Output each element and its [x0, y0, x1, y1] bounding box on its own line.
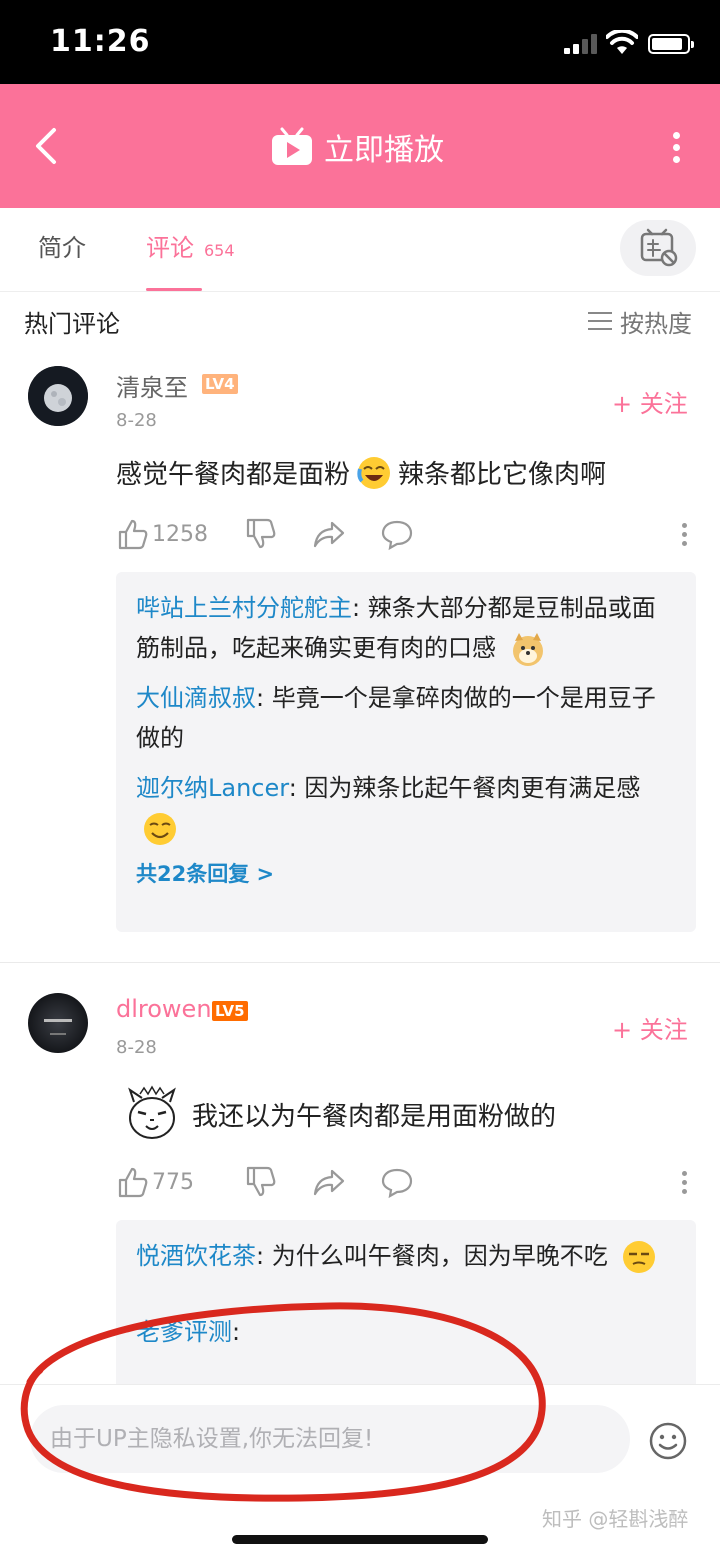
wifi-icon [606, 30, 638, 54]
reply-item: 老爹评测: [136, 1312, 676, 1352]
smiley-icon[interactable] [648, 1421, 688, 1461]
comment-username[interactable]: 清泉至 [116, 368, 188, 403]
more-options-button[interactable] [664, 128, 688, 168]
follow-button[interactable]: + 关注 [612, 1010, 688, 1045]
speech-bubble-icon [381, 1168, 413, 1199]
reply-text: : [232, 1318, 241, 1346]
comment-text-part: 我还以为午餐肉都是用面粉做的 [192, 1101, 557, 1132]
reply-username[interactable]: 哔站上兰村分舵舵主 [136, 594, 352, 622]
speech-bubble-icon [381, 520, 413, 551]
list-icon [588, 311, 612, 332]
sort-by-heat-button[interactable]: 按热度 [588, 304, 692, 339]
reply-username[interactable]: 迦尔纳Lancer [136, 774, 289, 802]
app-header: 立即播放 [0, 84, 720, 208]
level-badge: LV4 [202, 374, 238, 394]
avatar[interactable] [28, 366, 88, 426]
avatar[interactable] [28, 993, 88, 1053]
danmaku-off-icon [640, 228, 678, 267]
thumbs-down-icon [246, 518, 276, 549]
back-button[interactable] [28, 124, 68, 168]
tab-comments[interactable]: 评论 654 [146, 228, 235, 263]
thumbs-down-icon [246, 1166, 276, 1197]
status-bar: 11:26 [0, 0, 720, 84]
share-button[interactable] [312, 514, 346, 554]
smug-face-emoji-icon [144, 813, 176, 845]
reply-item: 悦酒饮花茶: 为什么叫午餐肉，因为早晚不吃 [136, 1236, 676, 1276]
cellular-signal-icon [564, 34, 600, 54]
comment-more-button[interactable] [678, 514, 690, 554]
like-button[interactable]: 775 [116, 1162, 194, 1202]
comment-username[interactable]: dlrowen [116, 995, 212, 1023]
thumbs-up-icon [118, 519, 148, 550]
comment-text-part: 辣条都比它像肉啊 [398, 460, 607, 490]
sort-label: 按热度 [620, 310, 692, 338]
comment-date: 8-28 [116, 1037, 157, 1058]
moon-avatar-image [28, 366, 88, 426]
reply-item: 迦尔纳Lancer: 因为辣条比起午餐肉更有满足感 [136, 768, 676, 848]
share-button[interactable] [312, 1162, 346, 1202]
comment-text: 感觉午餐肉都是面粉 辣条都比它像肉啊 [116, 454, 606, 491]
crying-laughing-emoji-icon [357, 456, 391, 489]
reply-item: 哔站上兰村分舵舵主: 辣条大部分都是豆制品或面筋制品，吃起来确实更有肉的口感 [136, 588, 676, 668]
level-badge: LV5 [212, 1001, 248, 1021]
follow-button[interactable]: + 关注 [612, 384, 688, 419]
reply-text: : 因为辣条比起午餐肉更有满足感 [288, 774, 641, 802]
dislike-button[interactable] [244, 1162, 278, 1202]
share-icon [313, 1169, 345, 1196]
album-cover-avatar-image [44, 1019, 72, 1035]
reply-username[interactable]: 大仙滴叔叔 [136, 684, 256, 712]
tab-comments-label: 评论 [146, 234, 194, 262]
like-button[interactable]: 1258 [116, 514, 208, 554]
watermark: 知乎 @轻斟浅醉 [542, 1507, 689, 1531]
header-title: 立即播放 [324, 133, 444, 168]
reply-item: 大仙滴叔叔: 毕竟一个是拿碎肉做的一个是用豆子做的 [136, 678, 676, 758]
home-indicator [232, 1535, 488, 1544]
battery-icon [648, 34, 694, 54]
bottom-reply-bar: 知乎 @轻斟浅醉 [0, 1384, 720, 1559]
comments-count: 654 [204, 241, 235, 260]
comment-text-part: 感觉午餐肉都是面粉 [116, 460, 351, 490]
view-more-replies-link[interactable]: 共22条回复 > [136, 858, 676, 888]
play-now-button[interactable]: 立即播放 [270, 124, 444, 170]
active-tab-indicator [146, 288, 202, 291]
hot-comments-title: 热门评论 [24, 310, 120, 338]
comment-more-button[interactable] [678, 1162, 690, 1202]
reply-button[interactable] [380, 1162, 414, 1202]
comment-date: 8-28 [116, 410, 157, 431]
chevron-left-icon [36, 128, 56, 164]
sleepy-face-emoji-icon [623, 1241, 656, 1273]
status-time: 11:26 [50, 24, 151, 59]
comment-text: 我还以为午餐肉都是用面粉做的 [120, 1084, 556, 1144]
share-icon [313, 521, 345, 548]
tv-play-icon [272, 127, 312, 165]
replies-box: 哔站上兰村分舵舵主: 辣条大部分都是豆制品或面筋制品，吃起来确实更有肉的口感 大… [116, 572, 696, 932]
tab-bar: 简介 评论 654 [0, 208, 720, 292]
comment-divider [0, 962, 720, 963]
reply-input[interactable] [30, 1405, 630, 1473]
doge-emoji-icon [512, 633, 543, 666]
tab-intro[interactable]: 简介 [38, 228, 86, 263]
cat-sticker-icon [128, 1085, 176, 1139]
reply-text: : 为什么叫午餐肉，因为早晚不吃 [256, 1242, 608, 1270]
reply-username[interactable]: 老爹评测 [136, 1318, 232, 1346]
comment-actions: 775 [116, 1162, 696, 1202]
danmaku-toggle-button[interactable] [620, 220, 696, 276]
dislike-button[interactable] [244, 514, 278, 554]
comment-actions: 1258 [116, 514, 696, 554]
reply-button[interactable] [380, 514, 414, 554]
like-count: 775 [152, 1169, 194, 1195]
thumbs-up-icon [118, 1167, 148, 1198]
reply-username[interactable]: 悦酒饮花茶 [136, 1242, 256, 1270]
like-count: 1258 [152, 521, 208, 547]
